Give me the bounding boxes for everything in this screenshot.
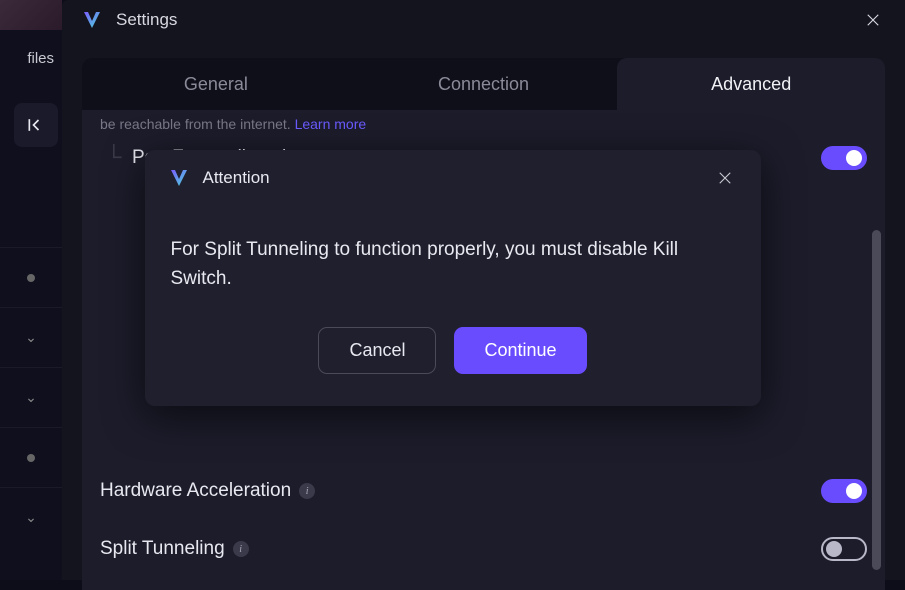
info-icon[interactable]: i <box>299 483 315 499</box>
app-logo-icon <box>167 166 191 190</box>
app-logo-icon <box>80 8 104 32</box>
setting-label: Hardware Acceleration <box>100 480 291 502</box>
description-text: be reachable from the internet. <box>100 116 291 132</box>
toggle-port-forwarding-shortcut[interactable] <box>821 146 867 170</box>
close-dialog-button[interactable] <box>711 164 739 192</box>
dialog-message: For Split Tunneling to function properly… <box>145 206 761 313</box>
tab-general[interactable]: General <box>82 58 350 110</box>
chevron-down-icon: ⌄ <box>25 329 37 346</box>
settings-header: Settings <box>62 0 905 44</box>
setting-split-tunneling: Split Tunneling i <box>100 520 867 578</box>
dialog-header: Attention <box>145 150 761 206</box>
toggle-hardware-acceleration[interactable] <box>821 479 867 503</box>
sidebar-country-list-fragment: ⌄ ⌄ ⌄ <box>0 247 62 547</box>
learn-more-link[interactable]: Learn more <box>295 116 367 132</box>
chevron-down-icon: ⌄ <box>25 509 37 526</box>
continue-button[interactable]: Continue <box>454 327 586 374</box>
close-settings-button[interactable] <box>859 6 887 34</box>
attention-dialog: Attention For Split Tunneling to functio… <box>145 150 761 406</box>
scrollbar-thumb[interactable] <box>872 230 881 570</box>
collapse-sidebar-button[interactable] <box>14 103 58 147</box>
list-item[interactable] <box>0 427 62 487</box>
list-item[interactable]: ⌄ <box>0 487 62 547</box>
toggle-split-tunneling[interactable] <box>821 537 867 561</box>
list-item[interactable]: ⌄ <box>0 307 62 367</box>
tab-advanced[interactable]: Advanced <box>617 58 885 110</box>
list-item[interactable] <box>0 247 62 307</box>
setting-description: be reachable from the internet. Learn mo… <box>100 116 867 132</box>
profiles-label-fragment: files <box>0 50 62 67</box>
info-icon[interactable]: i <box>233 541 249 557</box>
tree-marker-icon: └ <box>106 144 122 170</box>
settings-tab-bar: General Connection Advanced <box>82 58 885 110</box>
list-item[interactable]: ⌄ <box>0 367 62 427</box>
setting-label: Split Tunneling <box>100 538 225 560</box>
dialog-title: Attention <box>203 168 699 188</box>
tab-connection[interactable]: Connection <box>350 58 618 110</box>
chevron-down-icon: ⌄ <box>25 389 37 406</box>
cancel-button[interactable]: Cancel <box>318 327 436 374</box>
setting-hardware-acceleration: Hardware Acceleration i <box>100 462 867 520</box>
sidebar-fragment: files ⌄ ⌄ ⌄ <box>0 0 62 580</box>
settings-title: Settings <box>116 10 847 30</box>
sidebar-thumbnail <box>0 0 62 30</box>
dialog-actions: Cancel Continue <box>145 313 761 406</box>
